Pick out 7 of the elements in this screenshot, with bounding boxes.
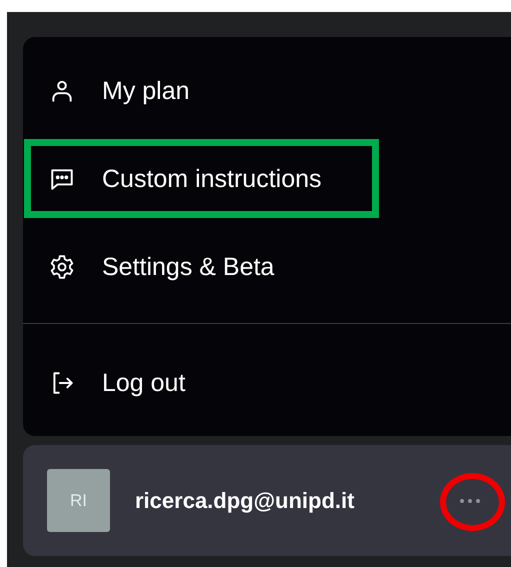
user-email: ricerca.dpg@unipd.it: [135, 488, 354, 514]
menu-item[interactable]: Log out: [23, 339, 511, 427]
avatar: RI: [47, 469, 110, 532]
menu-item[interactable]: My plan: [23, 47, 511, 135]
menu-item[interactable]: Custom instructions: [23, 135, 511, 223]
menu-item[interactable]: Settings & Beta: [23, 223, 511, 311]
account-card[interactable]: RI ricerca.dpg@unipd.it: [23, 445, 511, 556]
